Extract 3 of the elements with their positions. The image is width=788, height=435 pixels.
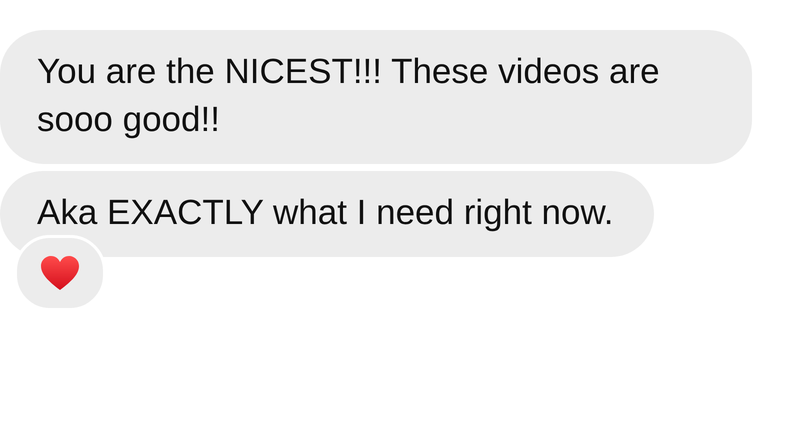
message-bubble: You are the NICEST!!! These videos are sooo good!!	[0, 30, 752, 164]
heart-icon	[40, 255, 80, 291]
message-bubble: Aka EXACTLY what I need right now.	[0, 171, 654, 257]
